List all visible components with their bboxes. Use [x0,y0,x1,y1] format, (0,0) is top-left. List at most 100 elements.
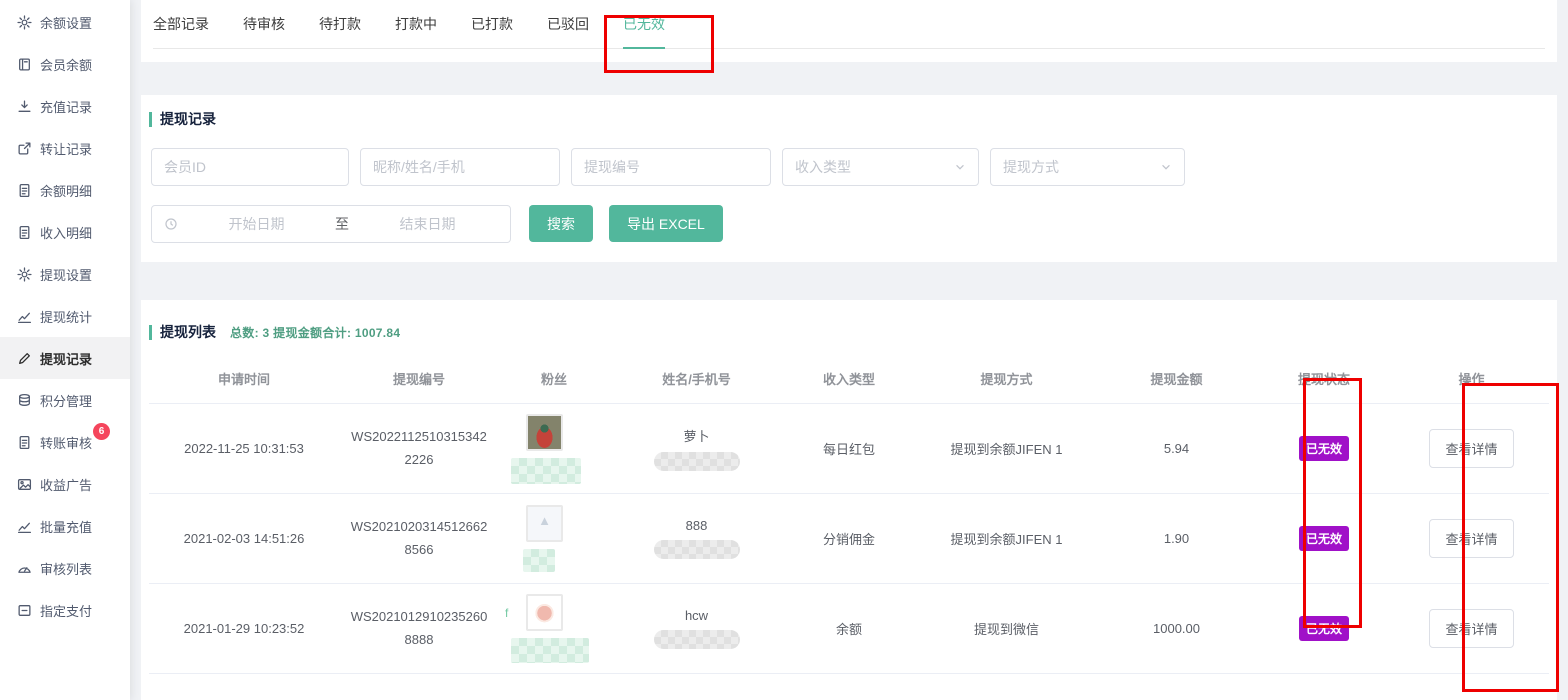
sidebar-item-points-management[interactable]: 积分管理 [0,379,130,421]
withdraw-no: WS2021012910235260 8888 [339,606,499,650]
search-section-title: 提现记录 [149,109,1547,129]
blurred-phone [654,630,740,649]
sidebar-item-designated-payment[interactable]: 指定支付 [0,589,130,631]
sidebar-item-income-details[interactable]: 收入明细 [0,211,130,253]
sidebar-item-label: 提现设置 [40,265,92,284]
income-type: 分销佣金 [784,529,914,548]
minus-square-icon [17,603,32,618]
sidebar-item-transfer-review[interactable]: 转账审核 6 [0,421,130,463]
date-separator: 至 [335,214,349,234]
coins-icon [17,393,32,408]
status-tab-bar: 全部记录 待审核 待打款 打款中 已打款 已驳回 已无效 [141,0,1557,62]
view-detail-button[interactable]: 查看详情 [1429,609,1513,648]
fans-cell [499,505,609,572]
table-row: 2021-02-03 14:51:26 WS2021020314512662 8… [149,494,1549,584]
tab-all-records[interactable]: 全部记录 [153,0,209,48]
withdraw-method: 提现到微信 [914,619,1099,638]
tab-rejected[interactable]: 已驳回 [547,0,589,48]
clock-icon [164,217,178,231]
image-icon [17,477,32,492]
end-date-placeholder: 结束日期 [357,214,498,234]
download-icon [17,99,32,114]
col-header-withdraw-no: 提现编号 [339,369,499,388]
blurred-phone [654,540,740,559]
avatar-placeholder [526,505,563,542]
sidebar-item-label: 收入明细 [40,223,92,242]
view-detail-button[interactable]: 查看详情 [1429,519,1513,558]
name-phone-cell: hcw [609,608,784,649]
col-header-income-type: 收入类型 [784,369,914,388]
start-date-placeholder: 开始日期 [186,214,327,234]
member-id-input[interactable] [151,148,349,186]
avatar [526,414,563,451]
section-accent-bar [149,325,152,340]
avatar [526,594,563,631]
withdraw-no-input[interactable] [571,148,771,186]
line-chart-icon [17,519,32,534]
pencil-icon [17,351,32,366]
chevron-down-icon [954,161,966,173]
withdraw-method: 提现到余额JIFEN 1 [914,439,1099,458]
fans-cell: f [499,594,609,663]
list-title-text: 提现列表 [160,322,216,342]
apply-time: 2022-11-25 10:31:53 [149,441,339,456]
sidebar-item-balance-details[interactable]: 余额明细 [0,169,130,211]
document-icon [17,225,32,240]
sidebar-item-label: 指定支付 [40,601,92,620]
external-link-icon [17,141,32,156]
sidebar-item-batch-recharge[interactable]: 批量充值 [0,505,130,547]
notification-badge: 6 [93,423,110,440]
sidebar-item-withdraw-records[interactable]: 提现记录 [0,337,130,379]
tab-pending-review[interactable]: 待审核 [243,0,285,48]
tab-pending-payment[interactable]: 待打款 [319,0,361,48]
tab-paid[interactable]: 已打款 [471,0,513,48]
col-header-method: 提现方式 [914,369,1099,388]
withdraw-method-placeholder: 提现方式 [1003,157,1059,177]
gear-icon [17,15,32,30]
col-header-fans: 粉丝 [499,369,609,388]
member-name: hcw [685,608,708,623]
date-range-picker[interactable]: 开始日期 至 结束日期 [151,205,511,243]
col-header-amount: 提现金额 [1099,369,1254,388]
sidebar-item-review-list[interactable]: 审核列表 [0,547,130,589]
sidebar-item-label: 转账审核 [40,433,92,452]
list-summary: 总数: 3 提现金额合计: 1007.84 [230,324,400,341]
sidebar-item-recharge-records[interactable]: 充值记录 [0,85,130,127]
withdraw-amount: 1000.00 [1099,621,1254,636]
status-badge: 已无效 [1299,616,1349,641]
sidebar-item-label: 收益广告 [40,475,92,494]
fans-id-prefix: f [505,606,508,620]
sidebar-item-withdraw-settings[interactable]: 提现设置 [0,253,130,295]
income-type-select[interactable]: 收入类型 [782,148,979,186]
document-icon [17,183,32,198]
sidebar-item-label: 审核列表 [40,559,92,578]
book-icon [17,57,32,72]
sidebar-item-label: 转让记录 [40,139,92,158]
gauge-icon [17,561,32,576]
section-accent-bar [149,112,152,127]
sidebar-item-member-balance[interactable]: 会员余额 [0,43,130,85]
tabs: 全部记录 待审核 待打款 打款中 已打款 已驳回 已无效 [153,0,1545,49]
nickname-input[interactable] [360,148,560,186]
export-excel-button[interactable]: 导出 EXCEL [609,205,723,242]
line-chart-icon [17,309,32,324]
withdraw-no: WS2022112510315342 2226 [339,426,499,470]
income-type: 每日红包 [784,439,914,458]
search-button[interactable]: 搜索 [529,205,593,242]
filter-row-1: 收入类型 提现方式 [151,148,1547,186]
tab-invalid[interactable]: 已无效 [623,0,665,48]
tab-paying[interactable]: 打款中 [395,0,437,48]
chevron-down-icon [1160,161,1172,173]
withdraw-method-select[interactable]: 提现方式 [990,148,1185,186]
sidebar-item-balance-settings[interactable]: 余额设置 [0,1,130,43]
member-name: 萝卜 [683,426,709,445]
list-section-title: 提现列表 总数: 3 提现金额合计: 1007.84 [149,322,1549,342]
sidebar-item-transfer-records[interactable]: 转让记录 [0,127,130,169]
sidebar-item-revenue-ads[interactable]: 收益广告 [0,463,130,505]
withdraw-no: WS2021020314512662 8566 [339,516,499,560]
main-content: 全部记录 待审核 待打款 打款中 已打款 已驳回 已无效 提现记录 收入类型 提… [130,0,1568,700]
view-detail-button[interactable]: 查看详情 [1429,429,1513,468]
sidebar-item-withdraw-stats[interactable]: 提现统计 [0,295,130,337]
search-title-text: 提现记录 [160,109,216,129]
member-name: 888 [686,518,708,533]
